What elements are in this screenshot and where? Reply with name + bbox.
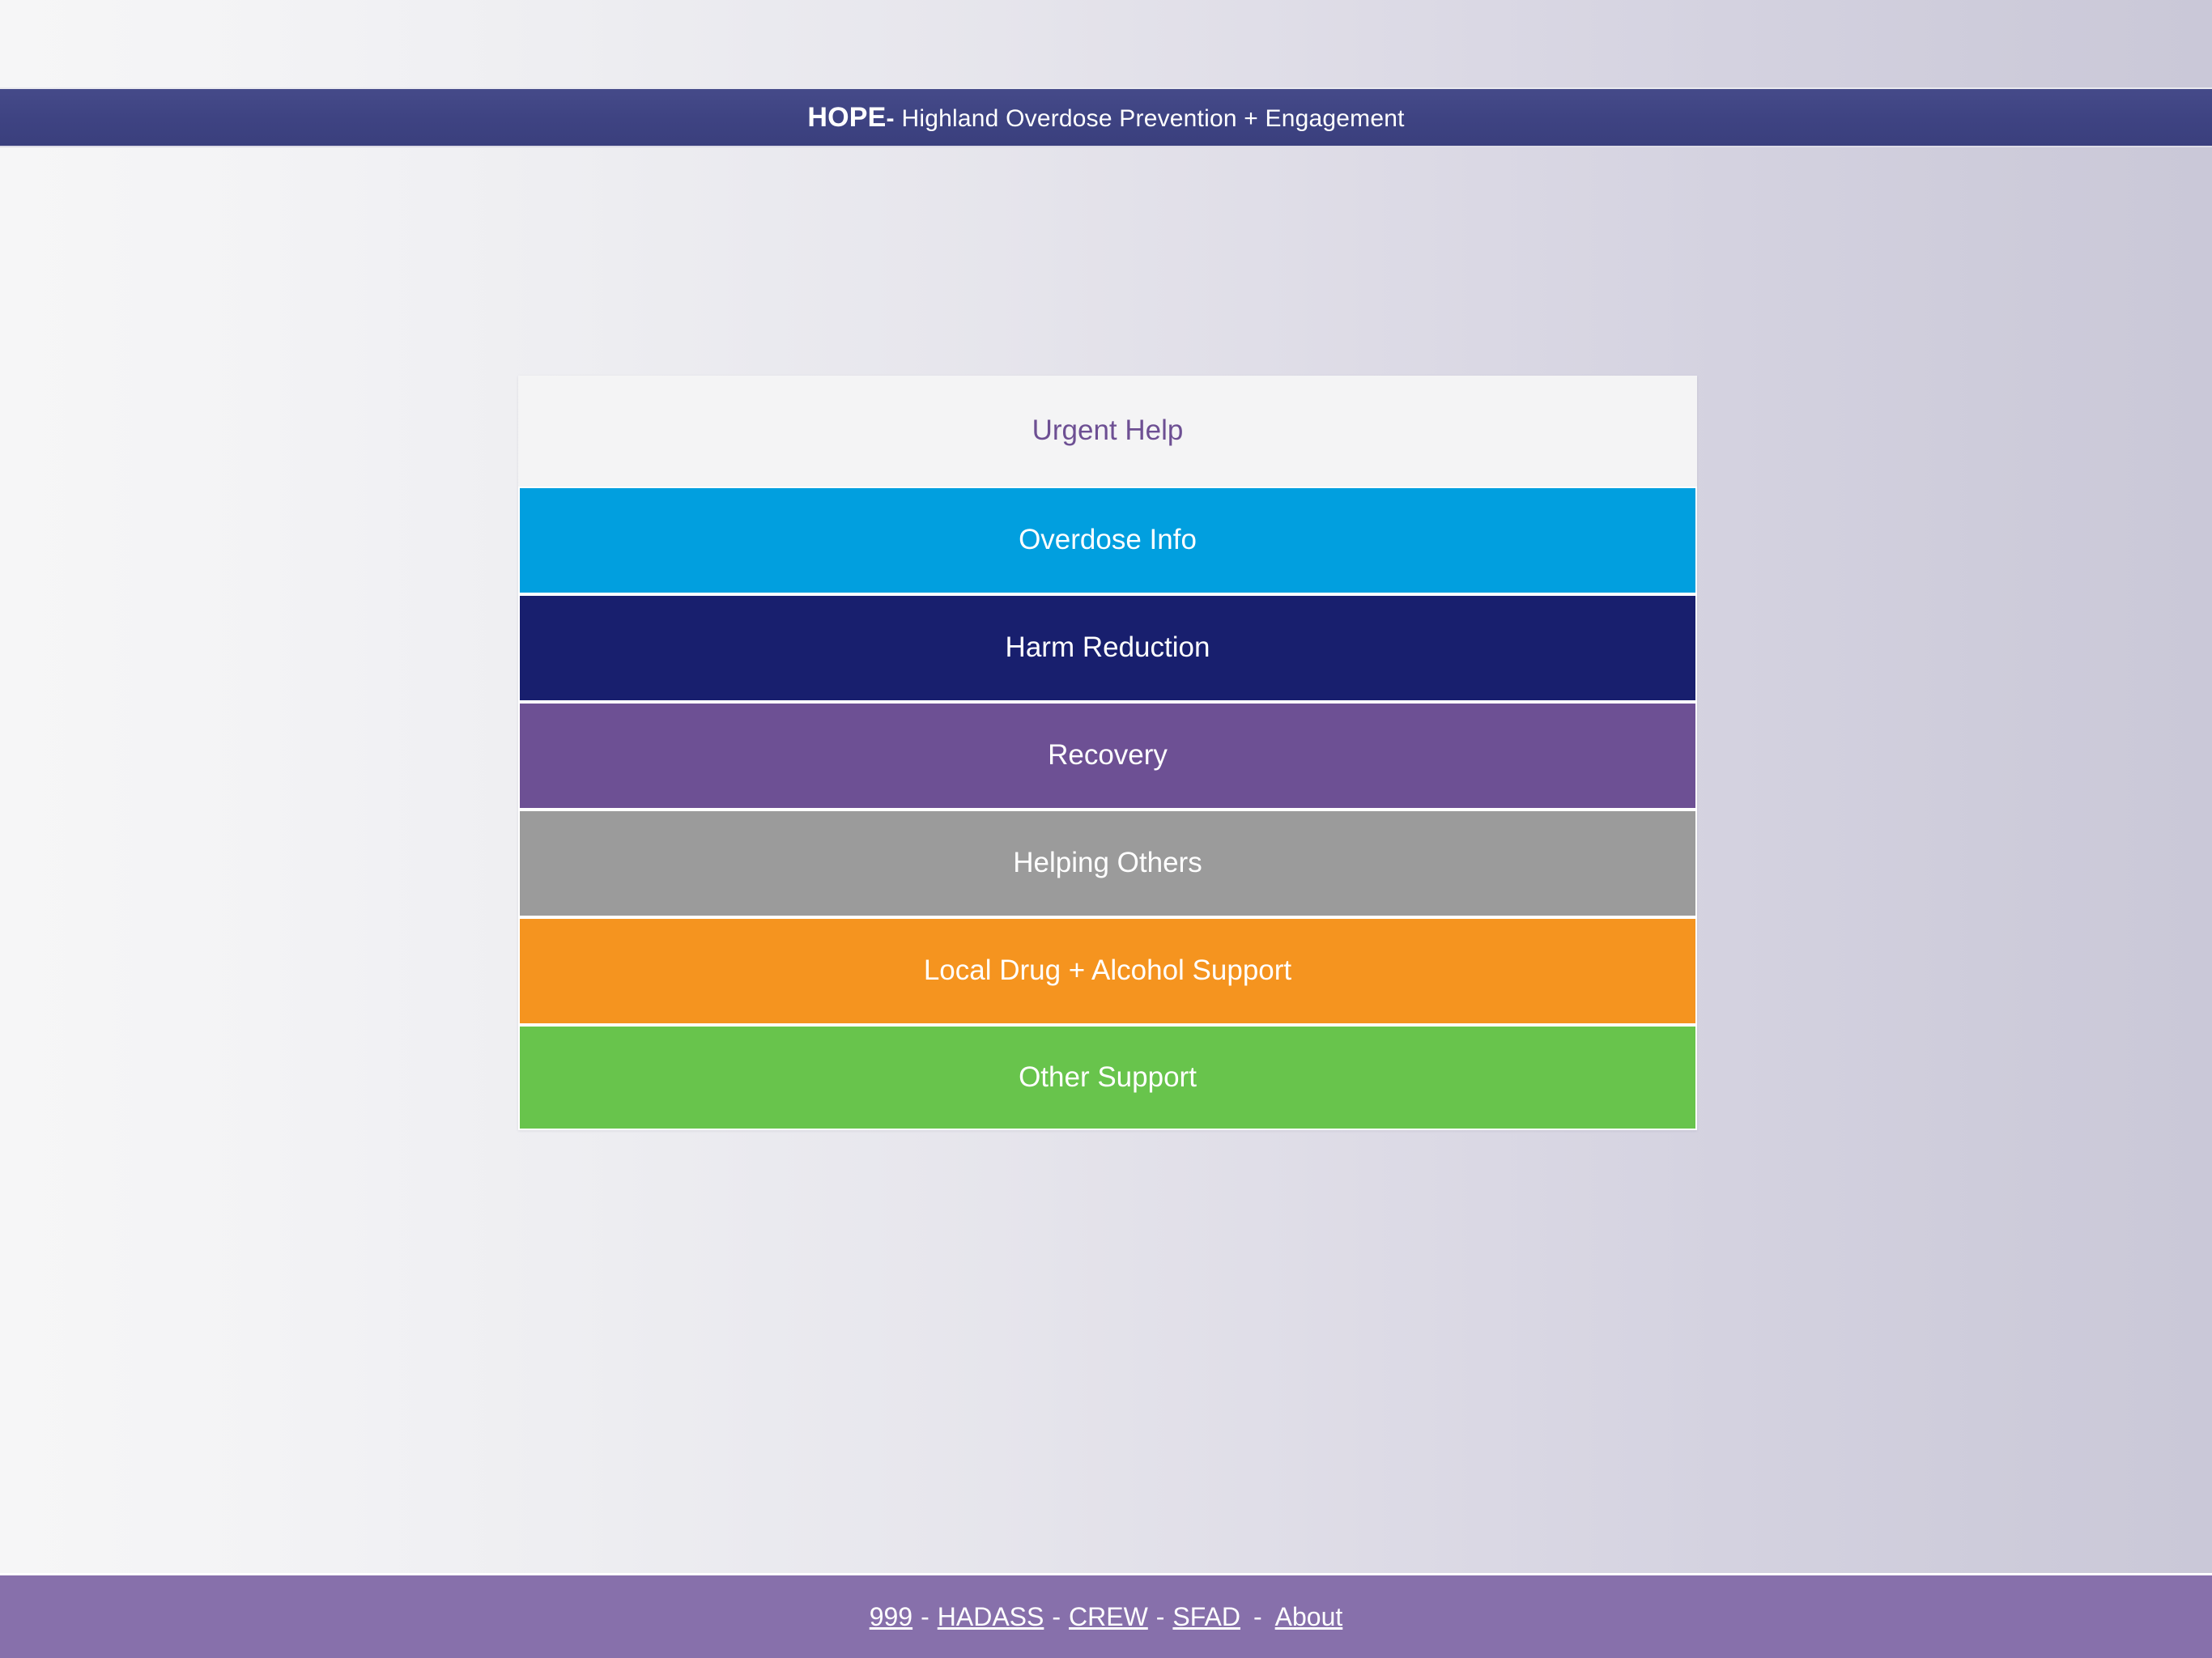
- brand-name: HOPE: [807, 101, 887, 133]
- menu-item-label: Urgent Help: [1032, 414, 1184, 447]
- menu-item-other-support[interactable]: Other Support: [518, 1025, 1697, 1130]
- menu-item-label: Other Support: [1019, 1061, 1197, 1093]
- menu-item-local-drug-alcohol-support[interactable]: Local Drug + Alcohol Support: [518, 917, 1697, 1025]
- app-header: HOPE- Highland Overdose Prevention + Eng…: [0, 87, 2212, 147]
- menu-item-label: Harm Reduction: [1005, 631, 1210, 664]
- footer-separator: -: [921, 1601, 929, 1631]
- menu-item-label: Local Drug + Alcohol Support: [923, 954, 1292, 987]
- page-title: HOPE- Highland Overdose Prevention + Eng…: [807, 102, 1404, 134]
- menu-item-helping-others[interactable]: Helping Others: [518, 810, 1697, 917]
- footer-links: 999 - HADASS - CREW - SFAD - About: [870, 1602, 1343, 1632]
- app-footer: 999 - HADASS - CREW - SFAD - About: [0, 1573, 2212, 1658]
- menu-item-overdose-info[interactable]: Overdose Info: [518, 487, 1697, 594]
- footer-separator: -: [1052, 1601, 1061, 1631]
- footer-separator: -: [1253, 1601, 1262, 1631]
- title-separator: -: [886, 104, 895, 132]
- footer-link-crew[interactable]: CREW: [1069, 1602, 1148, 1632]
- footer-link-999[interactable]: 999: [870, 1602, 912, 1632]
- footer-separator: -: [1155, 1601, 1165, 1631]
- footer-link-sfad[interactable]: SFAD: [1172, 1602, 1240, 1632]
- brand-subtitle: Highland Overdose Prevention + Engagemen…: [901, 104, 1405, 132]
- menu-item-urgent-help[interactable]: Urgent Help: [518, 376, 1697, 487]
- menu-item-harm-reduction[interactable]: Harm Reduction: [518, 594, 1697, 702]
- main-menu: Urgent Help Overdose Info Harm Reduction…: [518, 376, 1697, 1130]
- menu-item-label: Helping Others: [1013, 847, 1202, 879]
- menu-item-label: Overdose Info: [1019, 524, 1197, 556]
- footer-link-hadass[interactable]: HADASS: [938, 1602, 1044, 1632]
- footer-link-about[interactable]: About: [1275, 1602, 1343, 1632]
- menu-item-label: Recovery: [1048, 739, 1168, 772]
- menu-item-recovery[interactable]: Recovery: [518, 702, 1697, 810]
